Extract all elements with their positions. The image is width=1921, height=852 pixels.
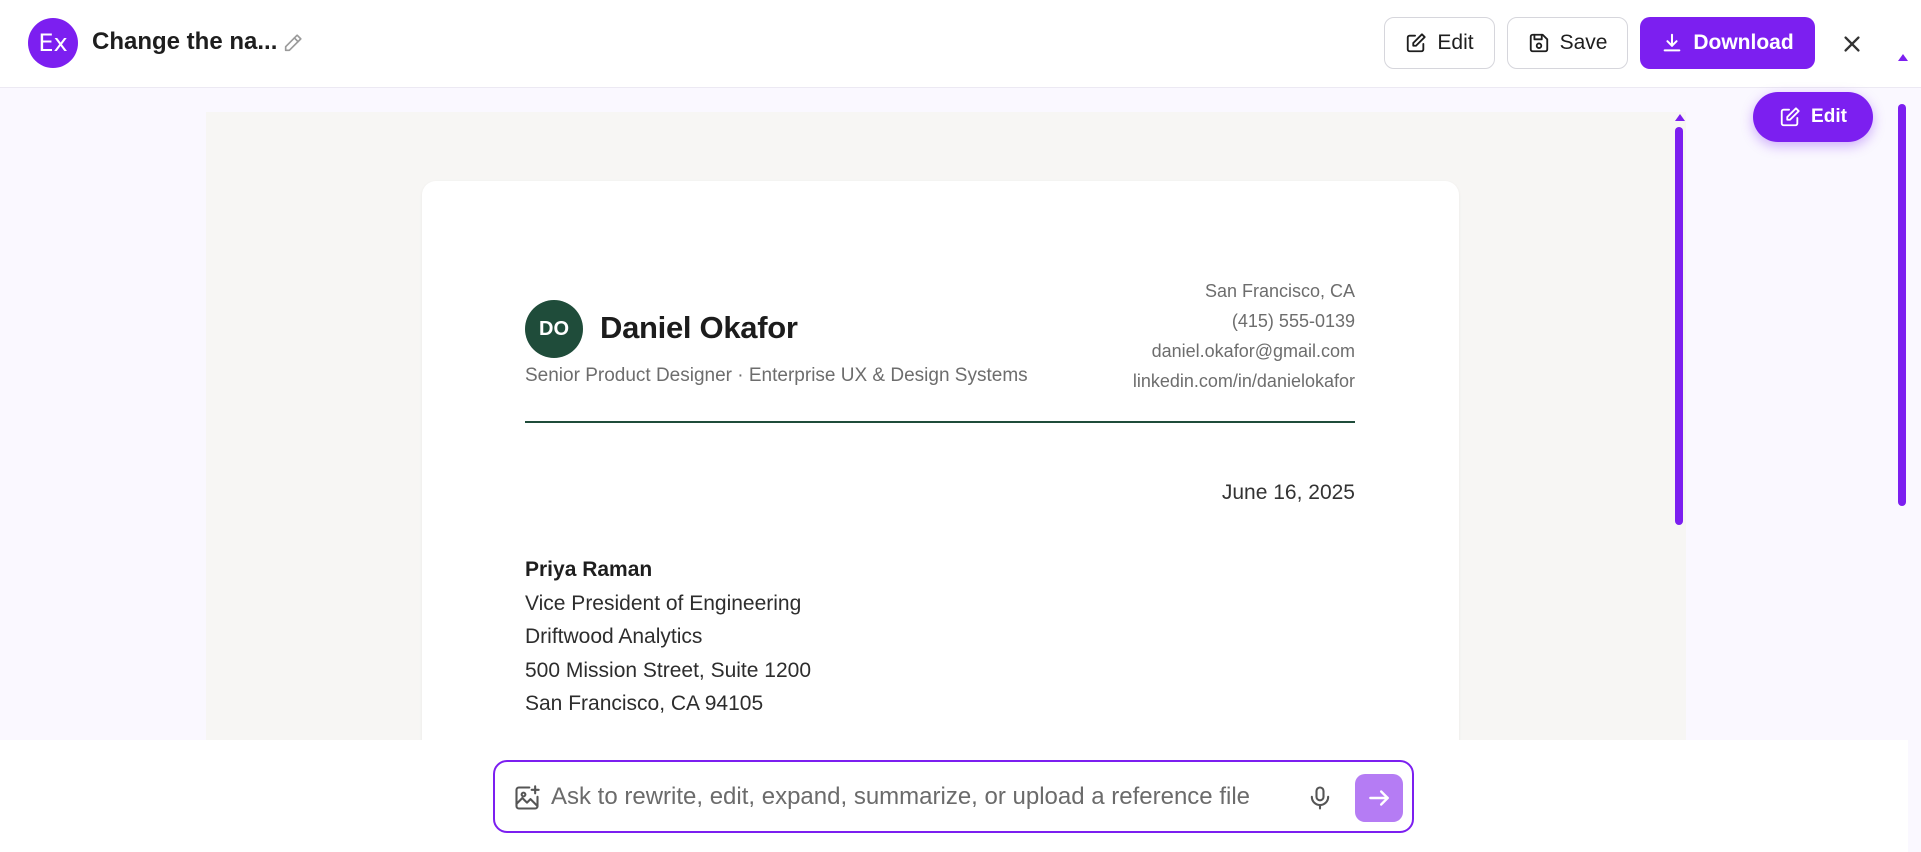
floating-edit-label: Edit (1811, 106, 1847, 127)
recipient-address-line-1: 500 Mission Street, Suite 1200 (525, 658, 812, 682)
recipient-company: Driftwood Analytics (525, 625, 703, 648)
recipient-title: Vice President of Engineering (525, 591, 802, 615)
app-badge[interactable]: Ex (28, 18, 78, 68)
page-scrollbar[interactable] (1895, 52, 1909, 852)
edit-square-icon (1407, 33, 1427, 53)
sender-name: Daniel Okafor (600, 310, 798, 345)
monogram-avatar: DO (525, 300, 583, 358)
download-button-label: Download (1693, 31, 1794, 54)
save-button[interactable]: Save (1507, 17, 1628, 69)
contact-linkedin: linkedin.com/in/danielokafor (1132, 371, 1355, 391)
save-button-label: Save (1559, 31, 1608, 54)
pencil-icon[interactable] (282, 32, 304, 54)
scrollbar-thumb[interactable] (1898, 104, 1906, 506)
arrow-right-icon (1369, 790, 1389, 806)
floating-edit-button[interactable]: Edit (1753, 92, 1873, 142)
prompt-input[interactable] (551, 778, 1291, 816)
download-icon (1663, 33, 1681, 52)
scrollbar-thumb[interactable] (1675, 127, 1683, 525)
edit-square-icon (1780, 107, 1800, 127)
edit-button[interactable]: Edit (1384, 17, 1495, 69)
edit-button-label: Edit (1437, 31, 1474, 54)
microphone-icon[interactable] (1306, 784, 1334, 812)
contact-phone: (415) 555-0139 (1231, 311, 1355, 331)
close-button[interactable] (1836, 28, 1868, 60)
floppy-disk-icon (1529, 33, 1548, 53)
recipient-address-line-2: San Francisco, CA 94105 (525, 692, 764, 715)
header-divider (525, 421, 1355, 423)
letter-date: June 16, 2025 (1221, 481, 1355, 504)
document-title[interactable]: Change the na... (92, 28, 277, 56)
prompt-bar (493, 760, 1414, 833)
contact-email: daniel.okafor@gmail.com (1151, 341, 1355, 361)
sender-subtitle: Senior Product Designer · Enterprise UX … (525, 365, 1028, 386)
scroll-up-arrow[interactable] (1675, 114, 1685, 121)
download-button[interactable]: Download (1640, 17, 1815, 69)
top-bar: Ex Change the na... Edit Save Download (0, 0, 1921, 88)
contact-location: San Francisco, CA (1204, 281, 1355, 301)
document-scrollbar[interactable] (1672, 112, 1686, 740)
close-icon (1844, 36, 1860, 52)
cover-letter-page: DO Daniel Okafor Senior Product Designer… (422, 181, 1459, 781)
contact-block: San Francisco, CA (415) 555-0139 daniel.… (1133, 276, 1355, 396)
send-button[interactable] (1355, 774, 1403, 822)
scroll-up-arrow[interactable] (1898, 54, 1908, 61)
recipient-block: Priya Raman Vice President of Engineerin… (525, 553, 811, 721)
image-plus-icon[interactable] (513, 784, 541, 812)
recipient-name: Priya Raman (525, 558, 653, 581)
